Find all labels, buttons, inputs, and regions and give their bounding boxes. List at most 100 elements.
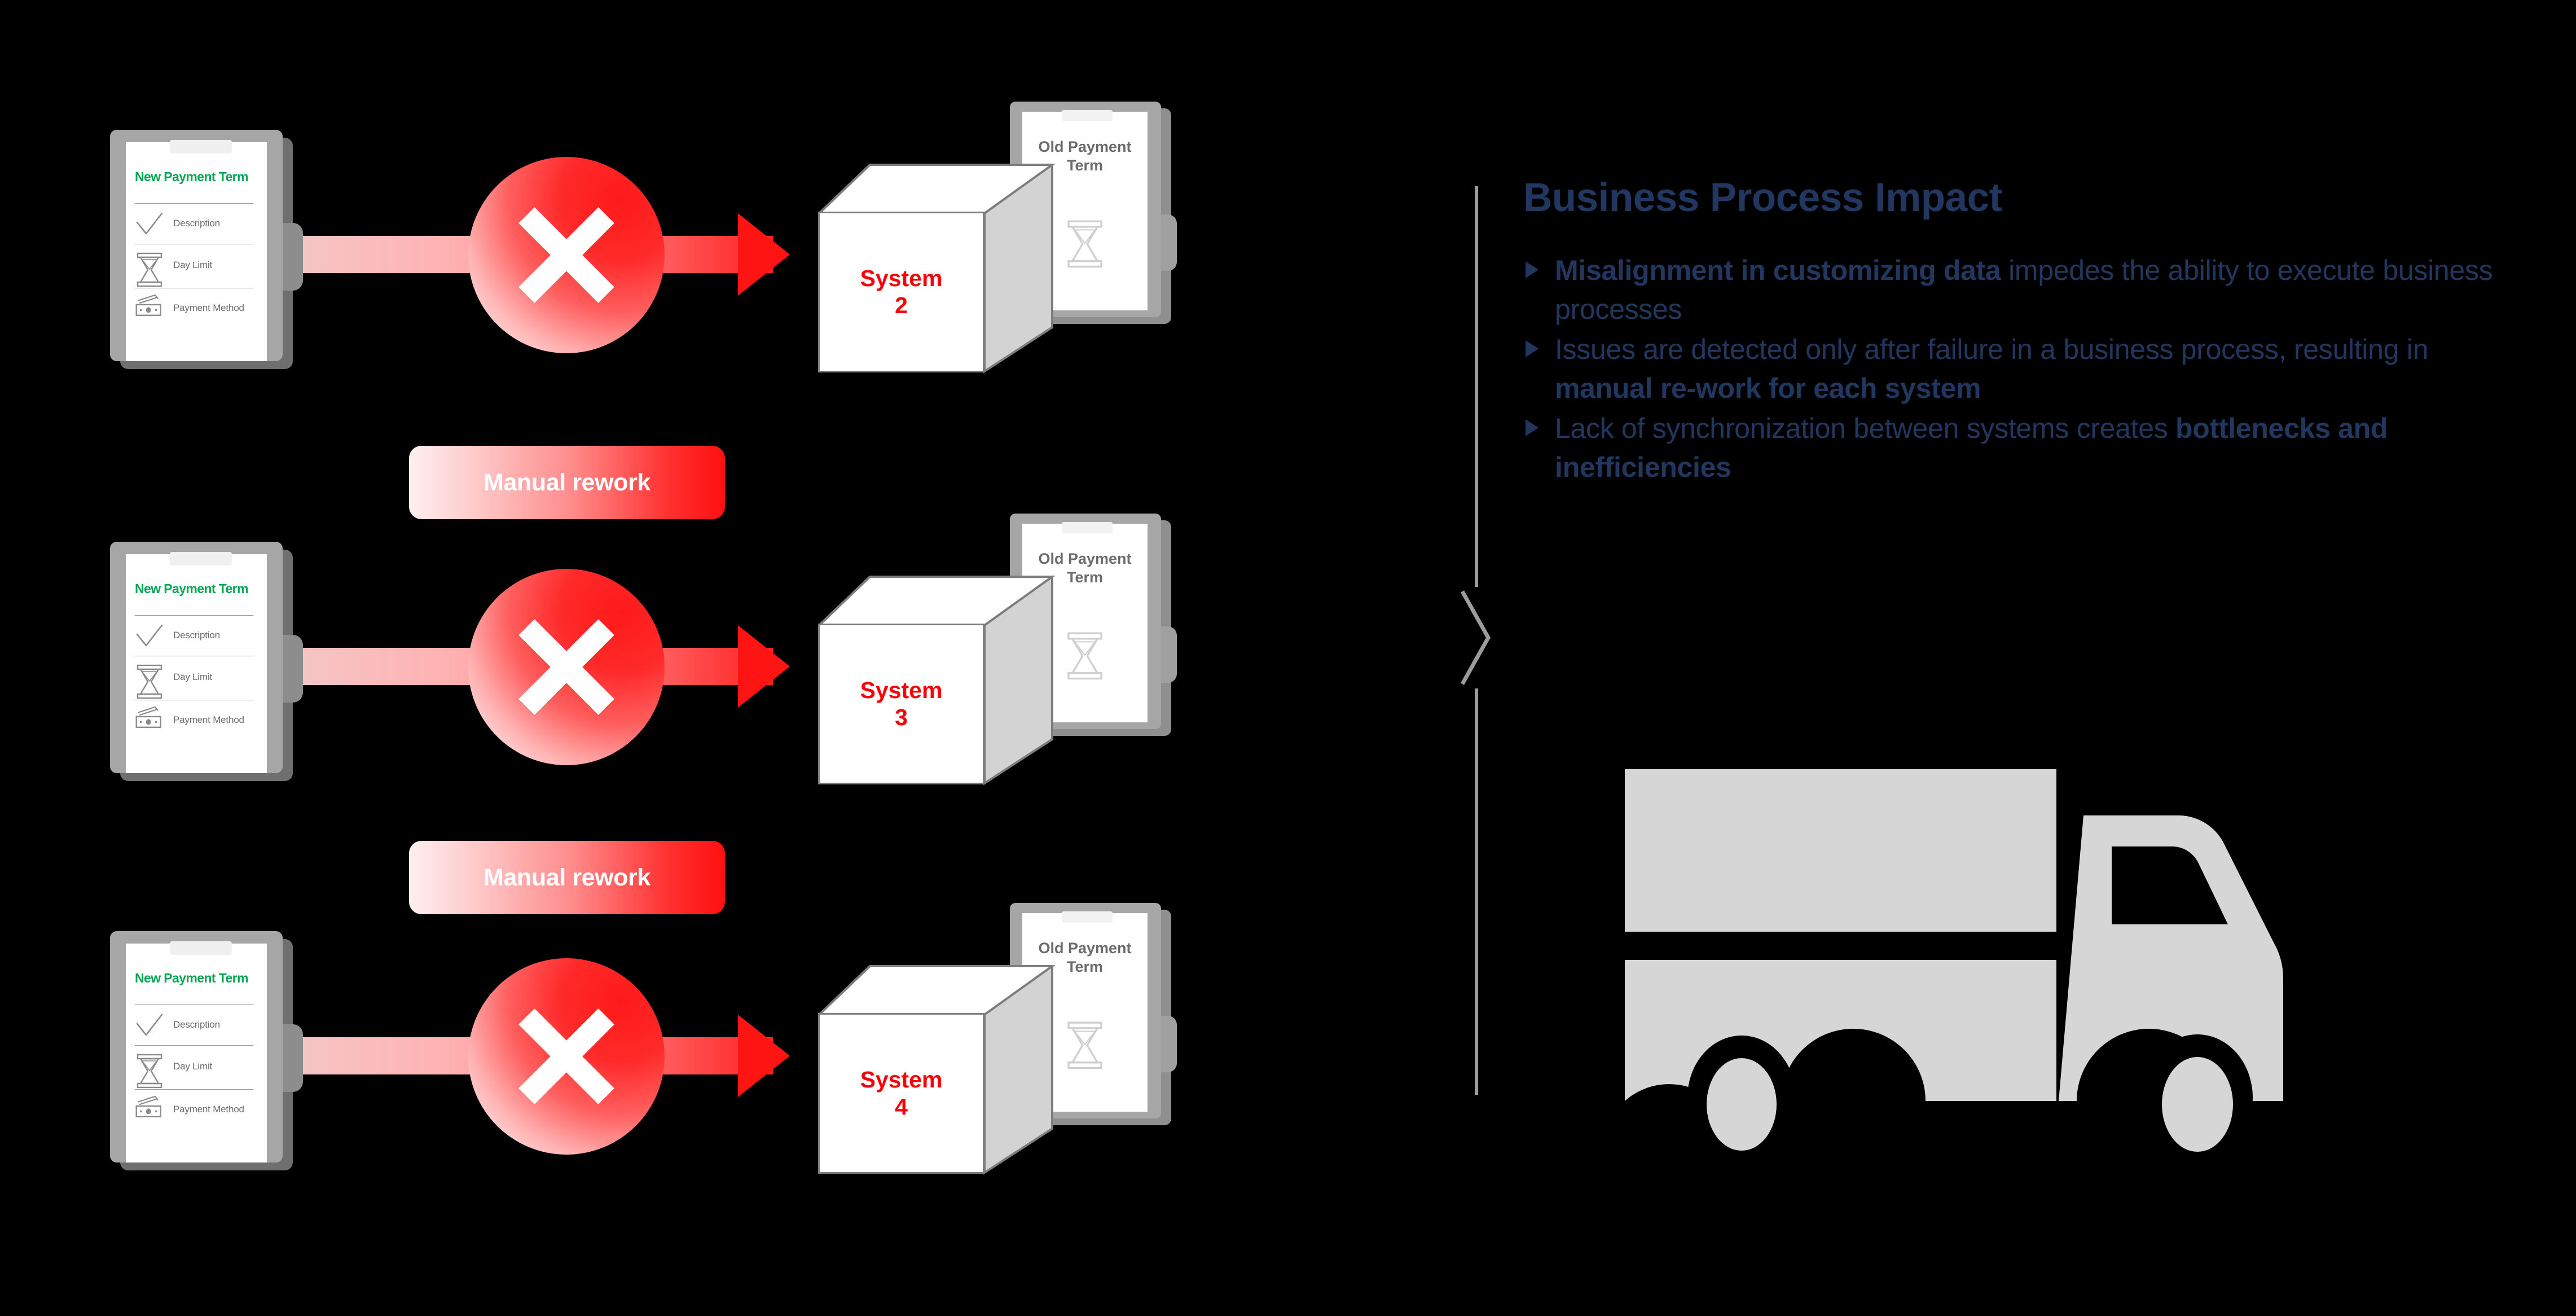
hourglass-icon	[1067, 220, 1102, 268]
clipboard-page: New Payment Term Description Day Limit Paym…	[126, 140, 267, 361]
clipboard-page: New Payment Term Description Day Limit Paym…	[126, 941, 267, 1163]
system-flow-row: New Payment Term Description Day Limit Paym…	[0, 85, 1298, 457]
clipboard-field-label: Description	[173, 630, 220, 641]
banknote-icon	[135, 1095, 161, 1117]
clipboard-field: Description	[135, 1010, 262, 1044]
clipboard-title: New Payment Term	[135, 971, 248, 985]
system-cube: System 4	[818, 965, 1055, 1179]
clipboard-board: New Payment Term Description Day Limit Paym…	[110, 542, 283, 773]
page-title: Business Process Impact	[1523, 176, 2002, 220]
clipboard-field: Day Limit	[135, 251, 262, 287]
system-number: 2	[895, 292, 908, 318]
flow-arrow-head	[738, 1015, 790, 1097]
banknote-icon	[135, 706, 161, 728]
clipboard-field-label: Description	[173, 1019, 220, 1030]
document-clip	[1062, 911, 1113, 923]
system-cube: System 3	[818, 576, 1055, 790]
divider-line-bottom	[1475, 688, 1478, 1095]
document-clip	[1062, 110, 1113, 121]
clipboard-board: New Payment Term Description Day Limit Paym…	[110, 130, 283, 361]
divider-line-top	[1475, 186, 1478, 587]
chevron-right-icon	[1460, 590, 1491, 685]
system-name: System	[860, 1067, 943, 1093]
cross-x-icon	[468, 157, 665, 353]
clipboard-field: Description	[135, 621, 262, 655]
manual-rework-badge: Manual rework	[409, 446, 725, 519]
clipboard-page: New Payment Term Description Day Limit Paym…	[126, 552, 267, 773]
divider-rule	[135, 1089, 253, 1090]
clipboard-field-label: Payment Method	[173, 302, 244, 313]
impact-bullet-text: Lack of synchronization between systems …	[1555, 413, 2388, 483]
hourglass-icon	[135, 1053, 164, 1089]
banknote-icon	[135, 706, 164, 736]
banknote-icon	[135, 1095, 164, 1125]
hourglass-icon	[135, 664, 164, 699]
system-cube: System 2	[818, 164, 1055, 378]
hourglass-icon	[1065, 631, 1105, 683]
clipboard-title: New Payment Term	[135, 169, 248, 184]
flow-arrow-head	[738, 625, 790, 708]
impact-bullet: Misalignment in customizing data impedes…	[1523, 251, 2494, 329]
clipboard-clip	[170, 140, 232, 153]
hourglass-icon	[1067, 632, 1102, 680]
triangle-bullet-icon	[1526, 340, 1538, 357]
impact-bullet-list: Misalignment in customizing data impedes…	[1523, 251, 2494, 487]
impact-bullet-text: Misalignment in customizing data impedes…	[1555, 255, 2493, 325]
hourglass-icon	[1067, 1021, 1102, 1069]
clipboard-field-label: Day Limit	[173, 1061, 213, 1072]
impact-bullet: Issues are detected only after failure i…	[1523, 330, 2494, 408]
impact-bullet-text: Issues are detected only after failure i…	[1555, 334, 2429, 404]
flow-arrow-head	[738, 213, 790, 296]
divider-rule	[135, 1045, 253, 1046]
system-flow-row: New Payment Term Description Day Limit Paym…	[0, 886, 1298, 1258]
cross-x-icon	[468, 569, 665, 765]
clipboard-field: Payment Method	[135, 293, 262, 327]
manual-rework-label: Manual rework	[483, 468, 650, 496]
clipboard-field-label: Description	[173, 218, 220, 229]
clipboard-field: Payment Method	[135, 1095, 262, 1129]
clipboard-field: Payment Method	[135, 705, 262, 739]
divider-rule	[135, 203, 253, 204]
clipboard-field: Day Limit	[135, 1052, 262, 1089]
new-payment-term-clipboard: New Payment Term Description Day Limit Paym…	[110, 542, 303, 781]
checkmark-icon	[135, 622, 164, 651]
manual-rework-badge: Manual rework	[409, 841, 725, 914]
clipboard-title: New Payment Term	[135, 581, 248, 596]
new-payment-term-clipboard: New Payment Term Description Day Limit Paym…	[110, 130, 303, 369]
new-payment-term-clipboard: New Payment Term Description Day Limit Paym…	[110, 931, 303, 1170]
divider-rule	[135, 1004, 253, 1005]
slide-canvas: New Payment Term Description Day Limit Paym…	[0, 0, 2576, 1316]
system-name: System	[860, 265, 943, 292]
x-glyph	[468, 569, 665, 765]
hourglass-icon	[137, 664, 162, 699]
clipboard-field: Description	[135, 209, 262, 243]
clipboard-clip	[170, 941, 232, 955]
clipboard-field: Day Limit	[135, 663, 262, 699]
clipboard-board: New Payment Term Description Day Limit Paym…	[110, 931, 283, 1163]
system-flow-row: New Payment Term Description Day Limit Paym…	[0, 497, 1298, 869]
checkmark-icon	[136, 212, 163, 235]
clipboard-field-label: Day Limit	[173, 672, 213, 682]
system-number: 3	[895, 704, 908, 730]
hourglass-icon	[135, 252, 164, 287]
hourglass-icon	[137, 1054, 162, 1089]
document-clip	[1062, 522, 1113, 533]
section-divider	[1459, 186, 1493, 1095]
checkmark-icon	[135, 1011, 164, 1041]
delivery-truck-icon	[1625, 769, 2283, 1154]
divider-rule	[135, 615, 253, 616]
x-glyph	[468, 958, 665, 1155]
manual-rework-label: Manual rework	[483, 863, 650, 891]
triangle-bullet-icon	[1526, 419, 1538, 436]
clipboard-field-label: Payment Method	[173, 714, 244, 725]
banknote-icon	[135, 294, 164, 324]
hourglass-icon	[1065, 219, 1105, 271]
x-glyph	[468, 157, 665, 353]
triangle-bullet-icon	[1526, 261, 1538, 278]
system-label: System 2	[818, 212, 984, 372]
checkmark-icon	[136, 1014, 163, 1036]
system-label: System 4	[818, 1013, 984, 1174]
clipboard-field-label: Day Limit	[173, 260, 213, 270]
cross-x-icon	[468, 958, 665, 1155]
hourglass-icon	[1065, 1020, 1105, 1072]
